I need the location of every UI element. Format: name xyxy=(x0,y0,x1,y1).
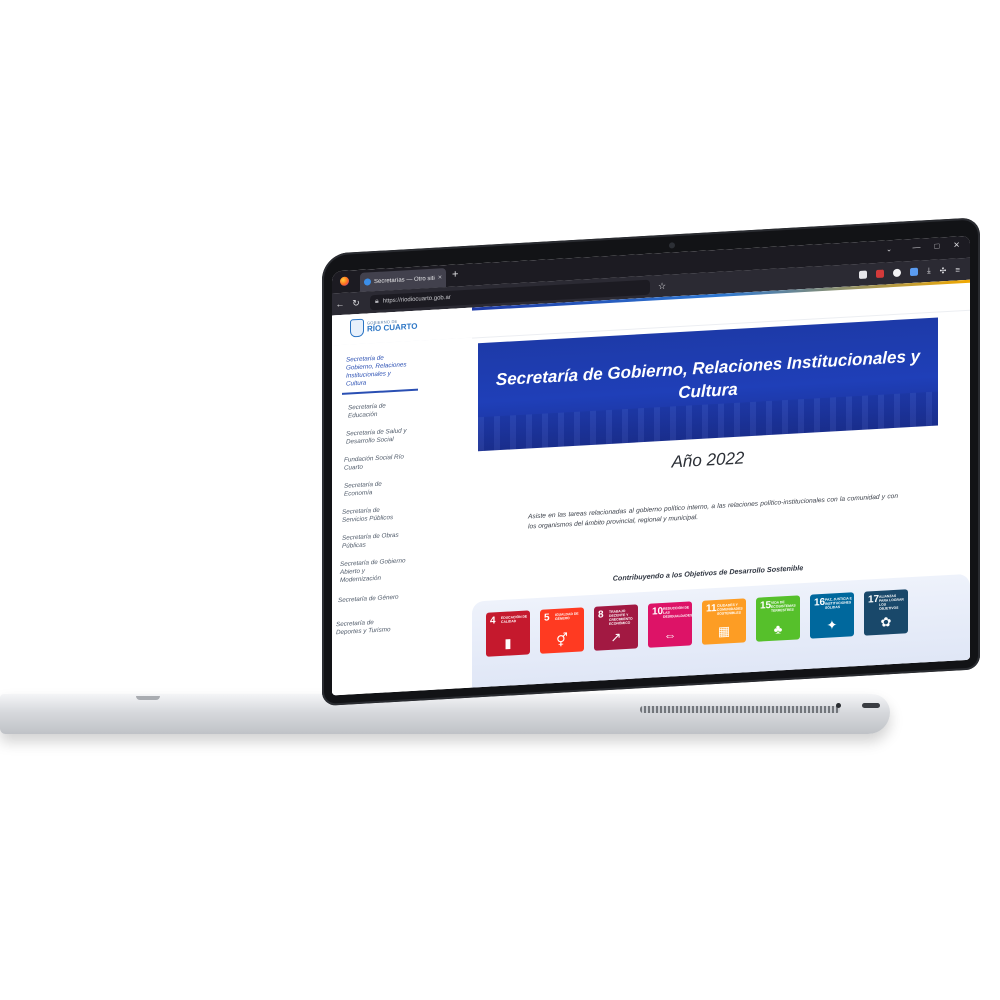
sdg-number: 4 xyxy=(490,615,496,627)
partnership-icon: ✿ xyxy=(880,614,892,630)
sdg-tile-8[interactable]: 8 TRABAJO DECENTE Y CRECIMIENTO ECONÓMIC… xyxy=(594,604,638,651)
sdg-label: TRABAJO DECENTE Y CRECIMIENTO ECONÓMICO xyxy=(609,609,633,626)
sdg-label: IGUALDAD DE GÉNERO xyxy=(555,611,579,621)
description-paragraph: Asiste en las tareas relacionadas al gob… xyxy=(528,492,898,531)
sidebar-item-economia[interactable]: Secretaría de Economía xyxy=(344,480,398,499)
sdg-label: PAZ, JUSTICIA E INSTITUCIONES SÓLIDAS xyxy=(825,596,852,610)
sdg-number: 8 xyxy=(598,609,604,621)
city-icon: ▦ xyxy=(717,623,731,639)
logo-big-text: RÍO CUARTO xyxy=(367,321,418,334)
webcam xyxy=(669,242,675,249)
sdg-tile-10[interactable]: 10 REDUCCIÓN DE LAS DESIGUALDADES ⇔ xyxy=(648,601,692,648)
menu-icon[interactable]: ≡ xyxy=(955,265,960,274)
extensions-puzzle-icon[interactable]: ✣ xyxy=(940,266,947,275)
sdg-number: 16 xyxy=(814,596,826,609)
lock-icon: 🔒︎ xyxy=(375,297,379,306)
window-controls: — □ ✕ xyxy=(912,240,960,252)
extension-shield-icon[interactable] xyxy=(859,270,868,279)
sidebar-item-deportes[interactable]: Secretaría de Deportes y Turismo xyxy=(336,618,398,637)
hero-banner: Secretaría de Gobierno, Relaciones Insti… xyxy=(478,317,938,452)
laptop-indicator-light xyxy=(836,703,841,708)
url-text: https://riodiocuarto.gob.ar xyxy=(382,294,451,305)
screen: Secretarías — Otro sitio realizado... × … xyxy=(332,235,970,696)
web-page: GOBIERNO DE RÍO CUARTO Secretaría de Gob… xyxy=(332,279,970,696)
extension-circle-icon[interactable] xyxy=(893,268,902,278)
tab-close-icon[interactable]: × xyxy=(438,274,442,281)
sidebar-item-servicios[interactable]: Secretaría de Servicios Públicos xyxy=(342,506,402,525)
sidebar-item-obras[interactable]: Secretaría de Obras Públicas xyxy=(342,531,404,550)
sdg-tile-4[interactable]: 4 EDUCACIÓN DE CALIDAD ▮ xyxy=(486,610,530,657)
tab-title: Secretarías — Otro sitio realizado... xyxy=(374,275,435,285)
sidebar-item-gobierno-abierto[interactable]: Secretaría de Gobierno Abierto y Moderni… xyxy=(340,557,406,585)
laptop-vent xyxy=(640,706,840,713)
extension-blue-icon[interactable] xyxy=(910,267,919,277)
laptop-base xyxy=(0,694,890,734)
sidebar-item-gobierno[interactable]: Secretaría de Gobierno, Relaciones Insti… xyxy=(346,353,408,388)
banner-title: Secretaría de Gobierno, Relaciones Insti… xyxy=(495,346,921,403)
minimize-button[interactable]: — xyxy=(912,243,920,252)
new-tab-button[interactable]: + xyxy=(452,268,458,280)
firefox-icon xyxy=(340,276,349,286)
sdg-tile-16[interactable]: 16 PAZ, JUSTICIA E INSTITUCIONES SÓLIDAS… xyxy=(810,592,854,639)
tree-icon: ♣ xyxy=(773,621,783,637)
sdg-tile-5[interactable]: 5 IGUALDAD DE GÉNERO ⚥ xyxy=(540,607,584,654)
growth-icon: ↗ xyxy=(610,629,622,645)
sdg-label: ALIANZAS PARA LOGRAR LOS OBJETIVOS xyxy=(879,593,904,611)
sdg-label: CIUDADES Y COMUNIDADES SOSTENIBLES xyxy=(717,602,743,616)
sidebar-nav: Secretaría de Gobierno, Relaciones Insti… xyxy=(332,337,472,696)
sdg-number: 5 xyxy=(544,612,550,624)
sdg-label: VIDA DE ECOSISTEMAS TERRESTRES xyxy=(771,600,796,613)
site-logo[interactable]: GOBIERNO DE RÍO CUARTO xyxy=(350,316,418,338)
equality-icon: ⇔ xyxy=(663,627,677,643)
extension-red-icon[interactable] xyxy=(876,269,885,279)
sdg-number: 17 xyxy=(868,593,880,606)
sdg-label: EDUCACIÓN DE CALIDAD xyxy=(501,614,528,624)
sdg-number: 11 xyxy=(706,602,717,615)
sdg-tiles-strip: 4 EDUCACIÓN DE CALIDAD ▮ 5 IGUALDAD DE G… xyxy=(472,573,970,692)
tab-list-chevron-icon[interactable]: ⌄ xyxy=(886,245,892,253)
sidebar-item-salud[interactable]: Secretaría de Salud y Desarrollo Social xyxy=(346,427,412,447)
city-emblem-icon xyxy=(350,318,364,338)
back-arrow-icon[interactable]: ← xyxy=(332,299,348,310)
sidebar-active-indicator xyxy=(342,388,418,395)
sdg-tile-17[interactable]: 17 ALIANZAS PARA LOGRAR LOS OBJETIVOS ✿ xyxy=(864,589,908,636)
laptop-hinge-notch xyxy=(136,696,160,700)
close-window-button[interactable]: ✕ xyxy=(953,240,960,249)
sdg-number: 15 xyxy=(760,599,772,612)
laptop-screen-lid: Secretarías — Otro sitio realizado... × … xyxy=(322,217,980,706)
download-icon[interactable]: ⤓ xyxy=(927,266,931,276)
sidebar-item-educacion[interactable]: Secretaría de Educación xyxy=(348,402,402,421)
maximize-button[interactable]: □ xyxy=(934,241,939,250)
sdg-label: REDUCCIÓN DE LAS DESIGUALDADES xyxy=(663,605,692,619)
sdg-tile-15[interactable]: 15 VIDA DE ECOSISTEMAS TERRESTRES ♣ xyxy=(756,595,800,642)
bookmark-star-icon[interactable]: ☆ xyxy=(658,280,666,291)
reload-icon[interactable]: ↻ xyxy=(348,297,364,309)
sdg-number: 10 xyxy=(652,605,664,618)
tab-favicon-icon xyxy=(364,278,371,286)
laptop-port xyxy=(862,703,880,708)
sdg-tile-11[interactable]: 11 CIUDADES Y COMUNIDADES SOSTENIBLES ▦ xyxy=(702,598,746,645)
dove-icon: ✦ xyxy=(826,617,838,633)
book-icon: ▮ xyxy=(504,635,512,651)
sidebar-item-fundacion[interactable]: Fundación Social Río Cuarto xyxy=(344,453,408,473)
gender-icon: ⚥ xyxy=(556,632,568,648)
extensions-toolbar: ⤓ ✣ ≡ xyxy=(859,264,970,280)
sidebar-item-genero[interactable]: Secretaría de Género xyxy=(338,593,408,605)
